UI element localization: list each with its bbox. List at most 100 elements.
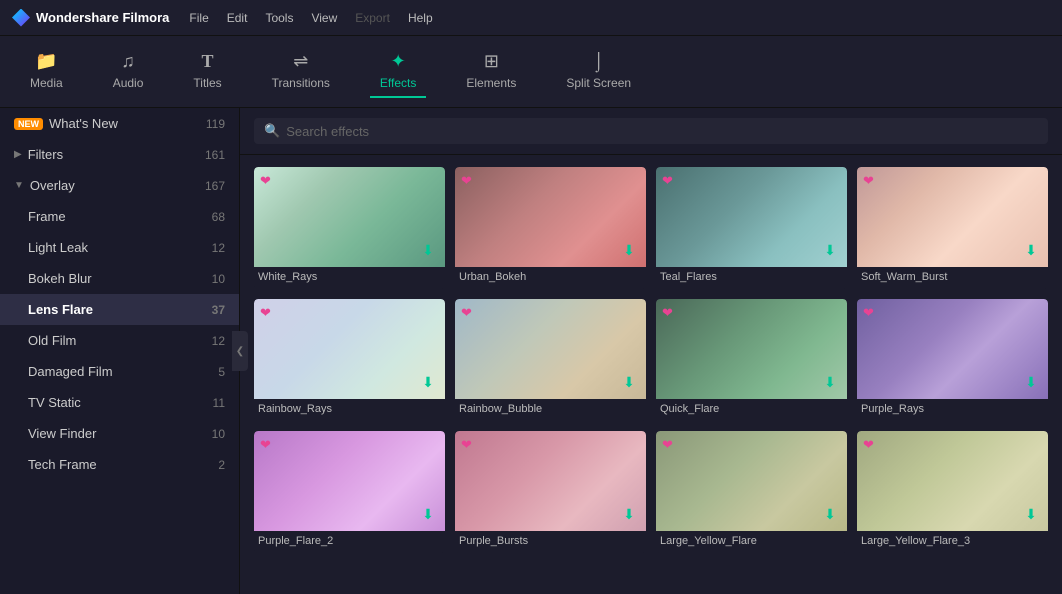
- tab-split-screen-label: Split Screen: [566, 76, 631, 90]
- sidebar-label-whats-new: What's New: [49, 116, 206, 131]
- effect-thumb-white-rays: ❤ ⬇: [254, 167, 445, 267]
- sidebar-item-light-leak[interactable]: Light Leak 12: [0, 232, 239, 263]
- effect-name-white-rays: White_Rays: [254, 267, 445, 289]
- sidebar-item-view-finder[interactable]: View Finder 10: [0, 418, 239, 449]
- download-icon-large-yellow-flare-3[interactable]: ⬇: [1020, 503, 1042, 525]
- effect-thumb-purple-flare-2: ❤ ⬇: [254, 431, 445, 531]
- tab-media[interactable]: 📁 Media: [20, 45, 73, 98]
- download-icon-soft-warm-burst[interactable]: ⬇: [1020, 239, 1042, 261]
- content-area: 🔍 ❤ ⬇ White_Rays ❤ ⬇ Urban_Bokeh: [240, 108, 1062, 594]
- sidebar-collapse-button[interactable]: ❮: [232, 331, 248, 371]
- effect-card-purple-bursts[interactable]: ❤ ⬇ Purple_Bursts: [455, 431, 646, 553]
- effect-card-soft-warm-burst[interactable]: ❤ ⬇ Soft_Warm_Burst: [857, 167, 1048, 289]
- effect-name-purple-bursts: Purple_Bursts: [455, 531, 646, 553]
- download-icon-white-rays[interactable]: ⬇: [417, 239, 439, 261]
- search-input[interactable]: [286, 124, 1038, 139]
- sidebar-item-old-film[interactable]: Old Film 12: [0, 325, 239, 356]
- effect-card-purple-rays[interactable]: ❤ ⬇ Purple_Rays: [857, 299, 1048, 421]
- sidebar-count-bokeh-blur: 10: [212, 272, 225, 286]
- top-bar: Wondershare Filmora File Edit Tools View…: [0, 0, 1062, 36]
- titles-icon: T: [202, 51, 214, 72]
- tab-media-label: Media: [30, 76, 63, 90]
- sidebar-item-tv-static[interactable]: TV Static 11: [0, 387, 239, 418]
- menu-edit[interactable]: Edit: [227, 11, 248, 25]
- menu-help[interactable]: Help: [408, 11, 433, 25]
- tab-transitions-label: Transitions: [272, 76, 330, 90]
- sidebar-item-lens-flare[interactable]: Lens Flare 37: [0, 294, 239, 325]
- effect-card-large-yellow-flare-3[interactable]: ❤ ⬇ Large_Yellow_Flare_3: [857, 431, 1048, 553]
- effect-card-teal-flares[interactable]: ❤ ⬇ Teal_Flares: [656, 167, 847, 289]
- tab-effects-label: Effects: [380, 76, 416, 90]
- audio-icon: ♫: [121, 51, 135, 72]
- sidebar-item-damaged-film[interactable]: Damaged Film 5: [0, 356, 239, 387]
- menu-bar: File Edit Tools View Export Help: [189, 11, 432, 25]
- sidebar-label-lens-flare: Lens Flare: [28, 302, 212, 317]
- sidebar-item-filters[interactable]: ▶ Filters 161: [0, 139, 239, 170]
- overlay-expand-icon: ▼: [14, 180, 24, 191]
- effect-name-teal-flares: Teal_Flares: [656, 267, 847, 289]
- heart-icon-rainbow-bubble: ❤: [461, 305, 472, 321]
- effect-thumb-large-yellow-flare: ❤ ⬇: [656, 431, 847, 531]
- effect-name-urban-bokeh: Urban_Bokeh: [455, 267, 646, 289]
- sidebar-count-view-finder: 10: [212, 427, 225, 441]
- app-name: Wondershare Filmora: [36, 10, 169, 25]
- effect-thumb-rainbow-rays: ❤ ⬇: [254, 299, 445, 399]
- app-logo: Wondershare Filmora: [12, 9, 169, 27]
- effect-card-large-yellow-flare[interactable]: ❤ ⬇ Large_Yellow_Flare: [656, 431, 847, 553]
- download-icon-urban-bokeh[interactable]: ⬇: [618, 239, 640, 261]
- sidebar-count-whats-new: 119: [206, 117, 225, 131]
- effect-thumb-urban-bokeh: ❤ ⬇: [455, 167, 646, 267]
- effect-card-purple-flare-2[interactable]: ❤ ⬇ Purple_Flare_2: [254, 431, 445, 553]
- effect-card-rainbow-bubble[interactable]: ❤ ⬇ Rainbow_Bubble: [455, 299, 646, 421]
- effect-thumb-purple-rays: ❤ ⬇: [857, 299, 1048, 399]
- download-icon-purple-bursts[interactable]: ⬇: [618, 503, 640, 525]
- effect-card-quick-flare[interactable]: ❤ ⬇ Quick_Flare: [656, 299, 847, 421]
- sidebar-item-overlay[interactable]: ▼ Overlay 167: [0, 170, 239, 201]
- tab-split-screen[interactable]: ⌡ Split Screen: [556, 45, 641, 98]
- tab-audio[interactable]: ♫ Audio: [103, 45, 154, 98]
- menu-tools[interactable]: Tools: [265, 11, 293, 25]
- heart-icon-large-yellow-flare-3: ❤: [863, 437, 874, 453]
- effect-name-purple-rays: Purple_Rays: [857, 399, 1048, 421]
- tab-audio-label: Audio: [113, 76, 144, 90]
- effect-thumb-rainbow-bubble: ❤ ⬇: [455, 299, 646, 399]
- download-icon-teal-flares[interactable]: ⬇: [819, 239, 841, 261]
- sidebar-label-tv-static: TV Static: [28, 395, 213, 410]
- effect-card-white-rays[interactable]: ❤ ⬇ White_Rays: [254, 167, 445, 289]
- tab-elements[interactable]: ⊞ Elements: [456, 45, 526, 98]
- download-icon-rainbow-rays[interactable]: ⬇: [417, 371, 439, 393]
- heart-icon-purple-rays: ❤: [863, 305, 874, 321]
- download-icon-purple-flare-2[interactable]: ⬇: [417, 503, 439, 525]
- tab-transitions[interactable]: ⇌ Transitions: [262, 45, 340, 98]
- sidebar-item-whats-new[interactable]: NEW What's New 119: [0, 108, 239, 139]
- search-input-wrap: 🔍: [254, 118, 1048, 144]
- new-badge: NEW: [14, 118, 43, 130]
- filters-expand-icon: ▶: [14, 149, 22, 160]
- sidebar-label-view-finder: View Finder: [28, 426, 212, 441]
- download-icon-purple-rays[interactable]: ⬇: [1020, 371, 1042, 393]
- sidebar-label-tech-frame: Tech Frame: [28, 457, 218, 472]
- sidebar-item-frame[interactable]: Frame 68: [0, 201, 239, 232]
- tab-effects[interactable]: ✦ Effects: [370, 45, 426, 98]
- sidebar-item-bokeh-blur[interactable]: Bokeh Blur 10: [0, 263, 239, 294]
- menu-view[interactable]: View: [311, 11, 337, 25]
- download-icon-large-yellow-flare[interactable]: ⬇: [819, 503, 841, 525]
- effect-thumb-large-yellow-flare-3: ❤ ⬇: [857, 431, 1048, 531]
- effects-grid: ❤ ⬇ White_Rays ❤ ⬇ Urban_Bokeh ❤ ⬇ Te: [240, 155, 1062, 594]
- heart-icon-teal-flares: ❤: [662, 173, 673, 189]
- effect-name-large-yellow-flare: Large_Yellow_Flare: [656, 531, 847, 553]
- effect-card-urban-bokeh[interactable]: ❤ ⬇ Urban_Bokeh: [455, 167, 646, 289]
- tab-titles[interactable]: T Titles: [183, 45, 231, 98]
- sidebar-count-tv-static: 11: [213, 396, 225, 410]
- sidebar-item-tech-frame[interactable]: Tech Frame 2: [0, 449, 239, 480]
- sidebar-label-overlay: Overlay: [30, 178, 205, 193]
- effect-card-rainbow-rays[interactable]: ❤ ⬇ Rainbow_Rays: [254, 299, 445, 421]
- app-diamond-icon: [12, 9, 30, 27]
- download-icon-rainbow-bubble[interactable]: ⬇: [618, 371, 640, 393]
- tab-titles-label: Titles: [193, 76, 221, 90]
- menu-file[interactable]: File: [189, 11, 208, 25]
- tab-elements-label: Elements: [466, 76, 516, 90]
- download-icon-quick-flare[interactable]: ⬇: [819, 371, 841, 393]
- sidebar-label-bokeh-blur: Bokeh Blur: [28, 271, 212, 286]
- search-icon: 🔍: [264, 123, 280, 139]
